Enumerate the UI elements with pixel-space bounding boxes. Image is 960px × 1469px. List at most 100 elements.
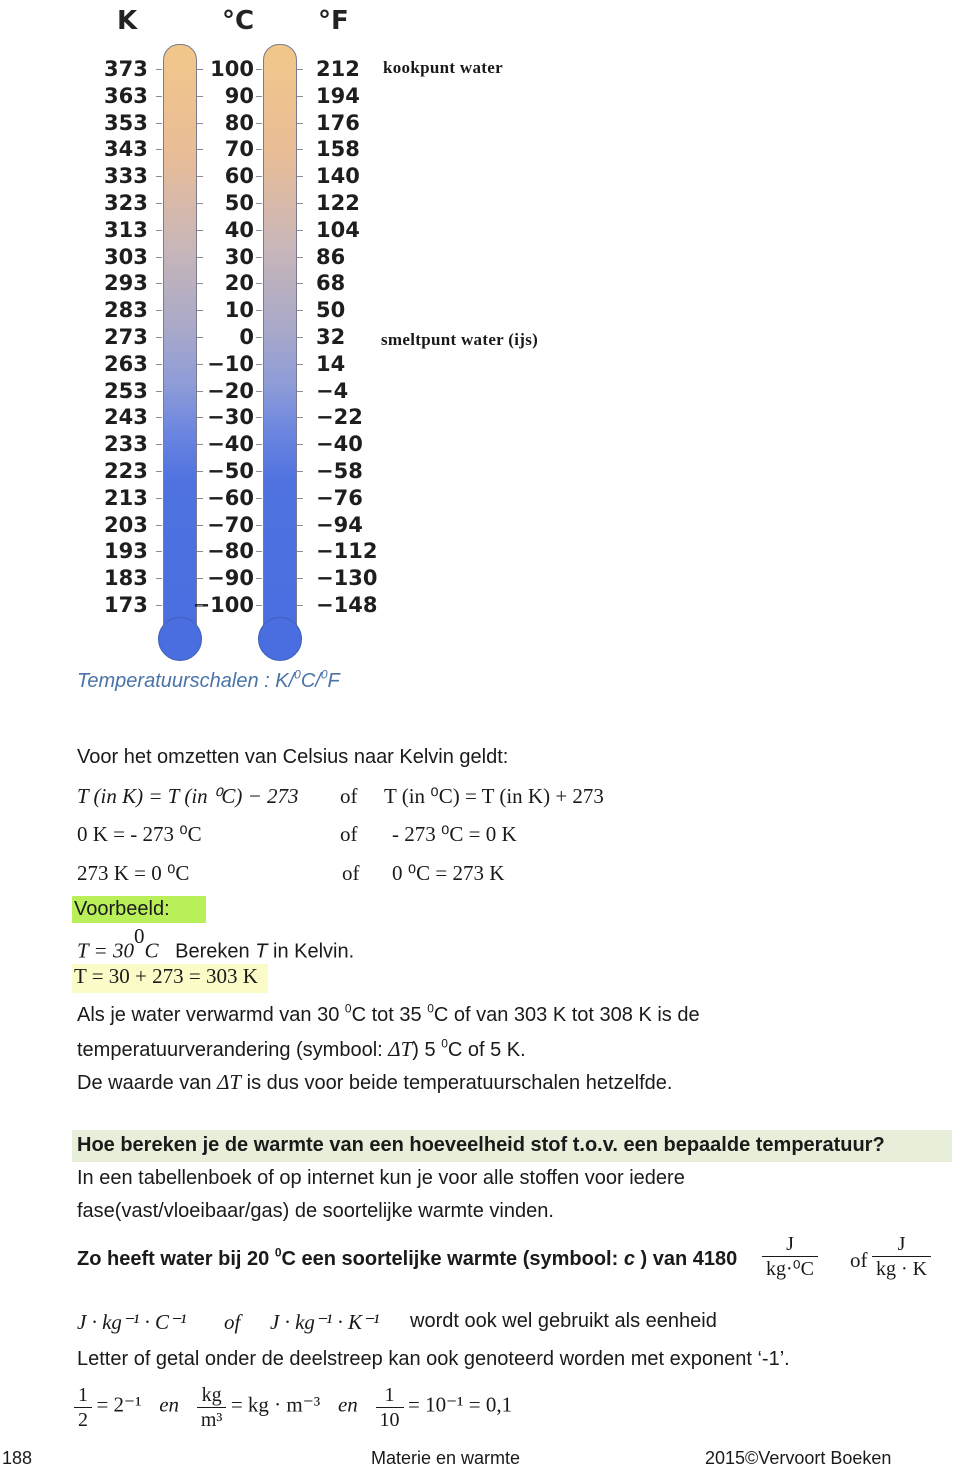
scale-tick: [156, 337, 162, 338]
kelvin-scale-value: 253: [104, 379, 148, 403]
scale-tick: [156, 310, 162, 311]
kelvin-scale-value: 303: [104, 245, 148, 269]
fahrenheit-scale-value: 104: [316, 218, 360, 242]
scale-tick: [297, 417, 303, 418]
scale-tick: [156, 444, 162, 445]
kelvin-scale-value: 353: [104, 111, 148, 135]
melting-point-annotation: smeltpunt water (ijs): [381, 330, 539, 349]
scale-tick: [256, 364, 262, 365]
fahrenheit-scale-value: −40: [316, 432, 363, 456]
scale-tick: [156, 551, 162, 552]
celsius-fahrenheit-thermometer-bulb: [258, 617, 302, 661]
formula-row-2-left: 0 K = - 273 ⁰C: [77, 822, 202, 846]
scale-tick: [156, 471, 162, 472]
scale-tick: [197, 149, 203, 150]
scale-tick: [197, 123, 203, 124]
unit-fraction-celsius: Jkg·⁰C: [762, 1232, 819, 1281]
kelvin-scale-value: 173: [104, 593, 148, 617]
kelvin-scale-value: 203: [104, 513, 148, 537]
scale-tick: [256, 525, 262, 526]
scale-tick: [156, 149, 162, 150]
fahrenheit-scale-value: −112: [316, 539, 378, 563]
scale-tick: [197, 444, 203, 445]
scale-tick: [297, 525, 303, 526]
example-fraction-density: kg m³: [196, 1383, 227, 1432]
scale-tick: [256, 96, 262, 97]
scale-tick: [297, 176, 303, 177]
chapter-title: Materie en warmte: [371, 1448, 521, 1468]
scale-tick: [156, 498, 162, 499]
scale-tick: [197, 310, 203, 311]
scale-tick: [256, 176, 262, 177]
scale-tick: [197, 551, 203, 552]
boiling-point-annotation: kookpunt water: [383, 58, 503, 77]
formula-row-3-of: of: [342, 861, 360, 885]
scale-tick: [156, 257, 162, 258]
unit-notation-celsius: J · kg⁻¹ · C⁻¹: [77, 1310, 187, 1334]
scale-tick: [256, 310, 262, 311]
kelvin-scale-value: 283: [104, 298, 148, 322]
fahrenheit-scale-value: 32: [316, 325, 346, 349]
scale-tick: [297, 230, 303, 231]
scale-tick: [297, 257, 303, 258]
scale-tick: [197, 96, 203, 97]
scale-tick: [197, 471, 203, 472]
scale-tick: [156, 69, 162, 70]
scale-tick: [256, 230, 262, 231]
kelvin-scale-value: 223: [104, 459, 148, 483]
scale-tick: [256, 605, 262, 606]
fahrenheit-scale-value: −4: [316, 379, 349, 403]
scale-tick: [297, 69, 303, 70]
scale-tick: [156, 230, 162, 231]
fahrenheit-scale-value: 212: [316, 57, 360, 81]
body-line-2: fase(vast/vloeibaar/gas) de soortelijke …: [77, 1200, 554, 1222]
scale-tick: [197, 176, 203, 177]
scale-tick: [197, 337, 203, 338]
unit-notation-kelvin: J · kg⁻¹ · K⁻¹: [270, 1310, 380, 1334]
scale-tick: [297, 551, 303, 552]
kelvin-celsius-thermometer-bulb: [158, 617, 202, 661]
scale-tick: [156, 123, 162, 124]
formula-row-2-right: - 273 ⁰C = 0 K: [392, 822, 517, 846]
scale-tick: [297, 203, 303, 204]
kelvin-scale-value: 293: [104, 271, 148, 295]
scale-tick: [256, 551, 262, 552]
scale-tick: [297, 283, 303, 284]
kelvin-scale-value: 363: [104, 84, 148, 108]
fahrenheit-scale-value: 158: [316, 137, 360, 161]
scale-tick: [297, 337, 303, 338]
scale-tick: [197, 257, 203, 258]
kelvin-scale-value: 263: [104, 352, 148, 376]
kelvin-scale-value: 333: [104, 164, 148, 188]
scale-tick: [156, 578, 162, 579]
scale-tick: [156, 283, 162, 284]
scale-tick: [197, 417, 203, 418]
example-fraction-half: 12: [74, 1383, 92, 1432]
scale-tick: [197, 605, 203, 606]
exponent-examples: 12 = 2⁻¹ en kg m³ = kg · m⁻³ en 1 10 = 10⁻…: [74, 1383, 512, 1432]
kelvin-scale-value: 243: [104, 405, 148, 429]
kelvin-scale-value: 183: [104, 566, 148, 590]
formula-row-3-right: 0 ⁰C = 273 K: [392, 861, 505, 885]
fahrenheit-scale-value: −148: [316, 593, 378, 617]
scale-tick: [256, 391, 262, 392]
kelvin-header: K: [117, 6, 138, 36]
scale-tick: [256, 283, 262, 284]
scale-tick: [156, 96, 162, 97]
unit-notation-text: wordt ook wel gebruikt als eenheid: [410, 1310, 717, 1332]
scale-tick: [256, 203, 262, 204]
example-label: Voorbeeld:: [72, 896, 206, 923]
formula-row-1-of: of: [340, 784, 358, 808]
scale-tick: [256, 337, 262, 338]
scale-tick: [156, 176, 162, 177]
scale-tick: [256, 257, 262, 258]
scale-tick: [156, 525, 162, 526]
fahrenheit-scale-value: 86: [316, 245, 346, 269]
scale-tick: [256, 444, 262, 445]
example-solution: T = 30 + 273 = 303 K: [72, 964, 268, 993]
scale-tick: [297, 96, 303, 97]
scale-tick: [156, 417, 162, 418]
scale-tick: [297, 471, 303, 472]
scale-tick: [297, 123, 303, 124]
formula-row-3-left: 273 K = 0 ⁰C: [77, 861, 190, 885]
